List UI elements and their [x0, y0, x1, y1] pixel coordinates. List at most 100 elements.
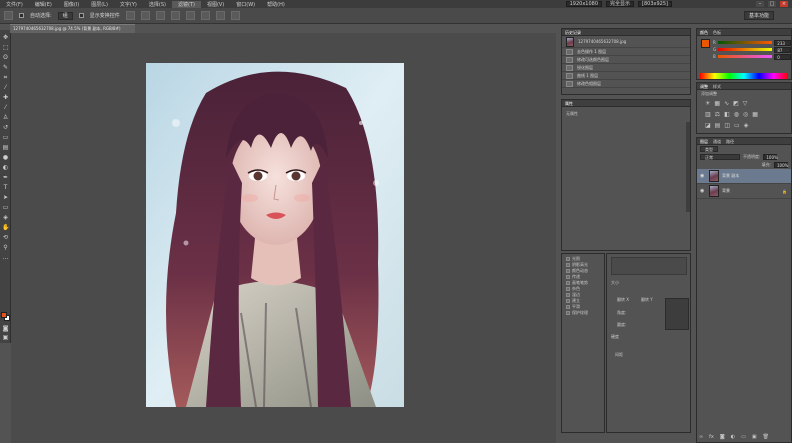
brush-option-checkbox[interactable]: [566, 299, 570, 303]
menu-help[interactable]: 帮助(H): [261, 1, 291, 8]
3d-mode-icon[interactable]: [230, 11, 240, 20]
tab-adjustments[interactable]: 调整: [700, 83, 708, 89]
shape-tool-icon[interactable]: ▭: [2, 204, 9, 211]
invert-icon[interactable]: ◪: [705, 122, 711, 129]
menu-window[interactable]: 窗口(W): [230, 1, 261, 8]
close-icon[interactable]: ×: [780, 1, 788, 7]
show-transform-checkbox[interactable]: [78, 13, 84, 18]
threshold-icon[interactable]: ◫: [724, 122, 730, 129]
visibility-eye-icon[interactable]: ◉: [700, 188, 706, 194]
crop-tool-icon[interactable]: ⌗: [2, 74, 9, 81]
gradient-tool-icon[interactable]: ▤: [2, 144, 9, 151]
brush-option-checkbox[interactable]: [566, 287, 570, 291]
new-group-icon[interactable]: ▭: [741, 434, 746, 440]
red-slider[interactable]: [717, 41, 773, 44]
brush-option-checkbox[interactable]: [566, 293, 570, 297]
tab-properties[interactable]: 属性: [565, 100, 573, 106]
document-image[interactable]: [146, 63, 404, 407]
fill-input[interactable]: 100%: [774, 162, 788, 168]
healing-brush-tool-icon[interactable]: ✚: [2, 94, 9, 101]
brush-option-checkbox[interactable]: [566, 305, 570, 309]
pen-tool-icon[interactable]: ✒: [2, 174, 9, 181]
distribute-icon[interactable]: [215, 11, 225, 20]
blend-mode-dropdown[interactable]: 正常: [700, 154, 740, 160]
fit-mode-field[interactable]: 完全显示: [606, 1, 635, 7]
menu-layer[interactable]: 图层(L): [85, 1, 114, 8]
layer-row-background[interactable]: ◉ 背景 🔒: [697, 184, 791, 199]
link-layers-icon[interactable]: ∞: [699, 434, 703, 440]
foreground-color-chip[interactable]: [701, 39, 710, 48]
exposure-icon[interactable]: ◩: [733, 100, 739, 107]
black-white-icon[interactable]: ◧: [724, 111, 730, 118]
brush-option-checkbox[interactable]: [566, 275, 570, 279]
history-item[interactable]: 曲线 1 图层: [562, 72, 690, 80]
layer-name[interactable]: 背景: [722, 188, 730, 194]
channel-mixer-icon[interactable]: ◎: [743, 111, 748, 118]
dodge-tool-icon[interactable]: ◐: [2, 164, 9, 171]
photo-filter-icon[interactable]: ◍: [734, 111, 739, 118]
minimize-icon[interactable]: –: [756, 1, 764, 7]
dimension-field[interactable]: [803x925]: [638, 1, 672, 7]
gradient-map-icon[interactable]: ▭: [734, 122, 740, 129]
auto-select-checkbox[interactable]: [19, 13, 24, 18]
red-value-input[interactable]: 233: [774, 39, 791, 46]
tab-history[interactable]: 历史记录: [565, 29, 581, 35]
tab-styles[interactable]: 样式: [713, 83, 721, 89]
foreground-color-swatch[interactable]: [1, 312, 7, 318]
eraser-tool-icon[interactable]: ▭: [2, 134, 9, 141]
clone-stamp-tool-icon[interactable]: ♙: [2, 114, 9, 121]
blue-value-input[interactable]: 0: [774, 53, 791, 60]
size-field[interactable]: 1920x1080: [565, 1, 603, 7]
history-item[interactable]: 修改可选颜色图层: [562, 56, 690, 64]
properties-scrollbar[interactable]: [686, 122, 690, 212]
workspace-dropdown[interactable]: 基本功能: [744, 11, 774, 20]
menu-file[interactable]: 文件(F): [0, 1, 29, 8]
levels-icon[interactable]: ▦: [714, 100, 720, 107]
menu-view[interactable]: 视图(V): [201, 1, 230, 8]
type-tool-icon[interactable]: T: [2, 184, 9, 191]
brush-option-checkbox[interactable]: [566, 257, 570, 261]
menu-filter[interactable]: 滤镜(T): [171, 0, 201, 8]
menu-edit[interactable]: 编辑(E): [29, 1, 58, 8]
layer-row-background-copy[interactable]: ◉ 背景 副本: [697, 169, 791, 184]
rotate-view-tool-icon[interactable]: ⟲: [2, 234, 9, 241]
new-layer-icon[interactable]: ▣: [752, 434, 757, 440]
layer-style-icon[interactable]: fx: [709, 434, 714, 440]
delete-layer-icon[interactable]: 🗑: [763, 434, 769, 440]
align-top-icon[interactable]: [125, 11, 135, 20]
history-item[interactable]: 锐化图层: [562, 64, 690, 72]
marquee-tool-icon[interactable]: ⬚: [2, 44, 9, 51]
quick-select-tool-icon[interactable]: ✎: [2, 64, 9, 71]
blue-slider[interactable]: [717, 55, 773, 58]
add-mask-icon[interactable]: ◙: [720, 434, 725, 440]
curves-icon[interactable]: ∿: [724, 100, 729, 107]
brush-tip-grid[interactable]: [611, 257, 687, 275]
history-item[interactable]: 去色操作 1 图层: [562, 48, 690, 56]
color-spectrum-bar[interactable]: [700, 73, 788, 79]
green-value-input[interactable]: 87: [774, 46, 791, 53]
posterize-icon[interactable]: ▤: [715, 122, 721, 129]
more-tools-icon[interactable]: …: [2, 254, 9, 261]
path-select-tool-icon[interactable]: ➤: [2, 194, 9, 201]
document-tab[interactable]: 1279740465632708.jpg @ 74.5% (背景 副本, RGB…: [10, 24, 135, 33]
3d-tool-icon[interactable]: ◈: [2, 214, 9, 221]
brush-option-checkbox[interactable]: [566, 263, 570, 267]
layer-kind-filter[interactable]: 类型: [700, 146, 718, 152]
move-tool-icon[interactable]: ✥: [2, 34, 9, 41]
hue-sat-icon[interactable]: ▥: [705, 111, 711, 118]
menu-type[interactable]: 文字(Y): [114, 1, 143, 8]
brush-option-protect-texture[interactable]: 保护纹理: [562, 310, 604, 316]
align-middle-icon[interactable]: [140, 11, 150, 20]
color-balance-icon[interactable]: ⚖: [715, 111, 720, 118]
tab-layers[interactable]: 图层: [700, 138, 708, 144]
eyedropper-tool-icon[interactable]: ⁄: [2, 84, 9, 91]
brush-option-checkbox[interactable]: [566, 281, 570, 285]
move-tool-preset-icon[interactable]: [4, 11, 13, 20]
layer-name[interactable]: 背景 副本: [722, 173, 739, 179]
tab-swatches[interactable]: 色板: [713, 29, 721, 35]
quick-mask-icon[interactable]: ◙: [2, 325, 9, 332]
blur-tool-icon[interactable]: ●: [2, 154, 9, 161]
history-snapshot[interactable]: 1279740465632708.jpg: [562, 36, 690, 48]
visibility-eye-icon[interactable]: ◉: [700, 173, 706, 179]
align-center-icon[interactable]: [185, 11, 195, 20]
